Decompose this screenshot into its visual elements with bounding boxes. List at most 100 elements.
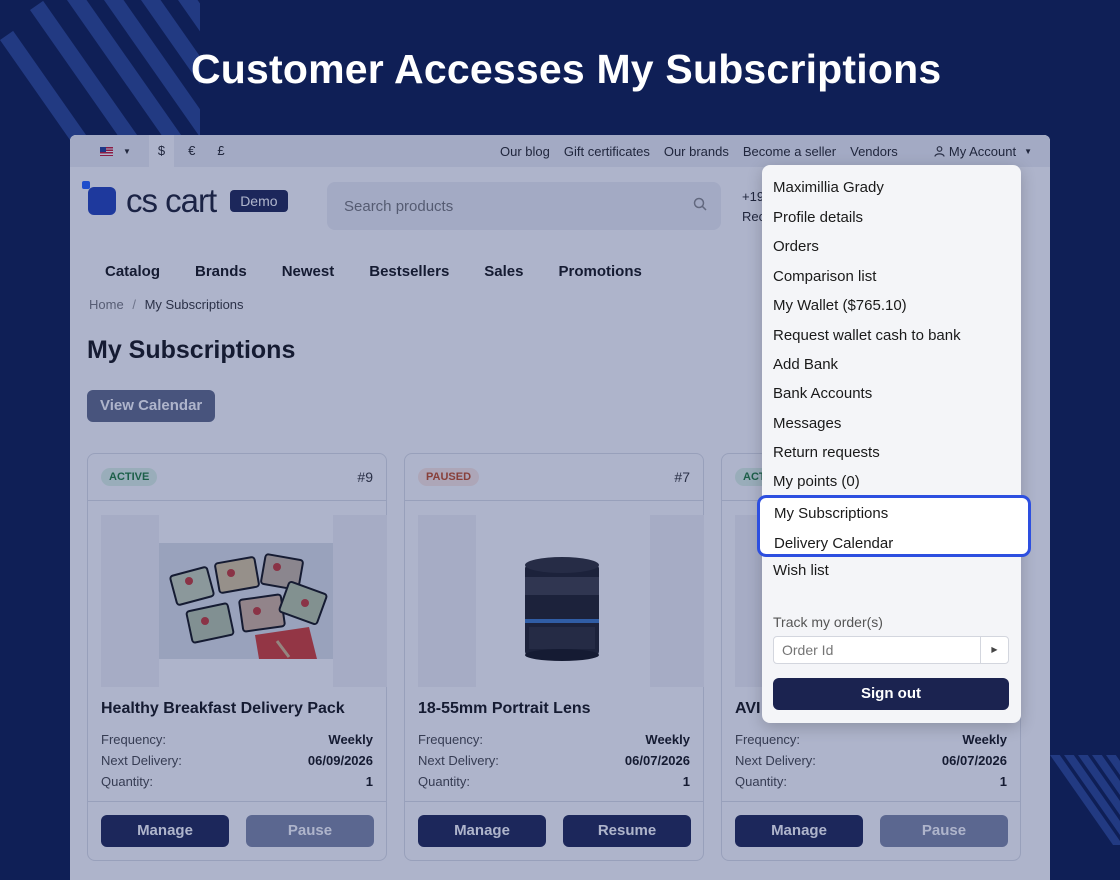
order-id-input[interactable] bbox=[774, 637, 974, 663]
frequency-label: Frequency: bbox=[101, 732, 167, 747]
chevron-down-icon: ▼ bbox=[1024, 146, 1032, 156]
product-image[interactable] bbox=[101, 515, 387, 687]
product-title[interactable]: 18-55mm Portrait Lens bbox=[418, 700, 591, 718]
dropdown-orders[interactable]: Orders bbox=[773, 237, 819, 257]
dropdown-my-points[interactable]: My points (0) bbox=[773, 472, 860, 492]
sign-out-button[interactable]: Sign out bbox=[773, 678, 1009, 710]
link-blog[interactable]: Our blog bbox=[500, 144, 550, 159]
link-vendors[interactable]: Vendors bbox=[850, 144, 898, 159]
nav-newest[interactable]: Newest bbox=[282, 263, 335, 280]
breadcrumb-current: My Subscriptions bbox=[144, 297, 244, 312]
track-order-box: ▶ bbox=[773, 636, 1009, 664]
status-badge: PAUSED bbox=[418, 468, 480, 486]
chevron-right-icon[interactable]: ▶ bbox=[980, 637, 1008, 663]
link-become-seller[interactable]: Become a seller bbox=[743, 144, 836, 159]
frequency-value: Weekly bbox=[645, 732, 690, 747]
user-icon bbox=[934, 145, 945, 157]
currency-eur[interactable]: € bbox=[180, 135, 203, 167]
next-delivery-label: Next Delivery: bbox=[418, 753, 499, 768]
my-account-label: My Account bbox=[948, 143, 1017, 159]
manage-button[interactable]: Manage bbox=[101, 815, 229, 847]
resume-button[interactable]: Resume bbox=[563, 815, 691, 847]
dropdown-user-name: Maximillia Grady bbox=[773, 179, 884, 196]
dropdown-bank-accounts[interactable]: Bank Accounts bbox=[773, 384, 872, 404]
dropdown-profile-details[interactable]: Profile details bbox=[773, 208, 863, 228]
subscription-card: ACTIVE #9 Healthy Breakfast Delivery Pac… bbox=[87, 453, 387, 861]
next-delivery-row: Next Delivery: 06/09/2026 bbox=[101, 753, 373, 768]
logo-mark bbox=[82, 181, 116, 215]
subscription-number: #9 bbox=[357, 469, 373, 485]
card-header: ACTIVE #9 bbox=[88, 454, 386, 501]
nav-bestsellers[interactable]: Bestsellers bbox=[369, 263, 449, 280]
product-image[interactable] bbox=[418, 515, 704, 687]
next-delivery-value: 06/09/2026 bbox=[307, 753, 373, 768]
dropdown-my-wallet[interactable]: My Wallet ($765.10) bbox=[773, 296, 907, 316]
link-brands[interactable]: Our brands bbox=[664, 144, 729, 159]
next-delivery-label: Next Delivery: bbox=[735, 753, 816, 768]
chevron-down-icon[interactable]: ▼ bbox=[123, 147, 131, 156]
search-icon[interactable] bbox=[693, 197, 707, 211]
quantity-label: Quantity: bbox=[101, 774, 154, 789]
nav-sales[interactable]: Sales bbox=[484, 263, 523, 280]
nav-promotions[interactable]: Promotions bbox=[559, 263, 642, 280]
search-box bbox=[327, 182, 721, 230]
dropdown-wish-list[interactable]: Wish list bbox=[773, 561, 829, 581]
frequency-value: Weekly bbox=[328, 732, 373, 747]
track-order-label: Track my order(s) bbox=[773, 614, 883, 630]
dropdown-add-bank[interactable]: Add Bank bbox=[773, 355, 838, 375]
status-badge: ACTIVE bbox=[101, 468, 158, 486]
slide-headline: Customer Accesses My Subscriptions bbox=[191, 46, 942, 92]
dropdown-return-requests[interactable]: Return requests bbox=[773, 443, 880, 463]
next-delivery-value: 06/07/2026 bbox=[941, 753, 1007, 768]
decorative-stripes-bottom-right bbox=[1050, 755, 1120, 845]
food-containers-image bbox=[159, 543, 333, 659]
us-flag-icon[interactable] bbox=[100, 146, 113, 156]
next-delivery-value: 06/07/2026 bbox=[624, 753, 690, 768]
currency-usd[interactable]: $ bbox=[148, 135, 175, 167]
card-divider bbox=[88, 801, 386, 802]
next-delivery-row: Next Delivery: 06/07/2026 bbox=[735, 753, 1007, 768]
quantity-row: Quantity: 1 bbox=[418, 774, 690, 789]
dropdown-messages[interactable]: Messages bbox=[773, 414, 841, 434]
breadcrumb-home[interactable]: Home bbox=[89, 297, 124, 312]
view-calendar-button[interactable]: View Calendar bbox=[87, 390, 216, 422]
pause-button[interactable]: Pause bbox=[880, 815, 1008, 847]
frequency-row: Frequency: Weekly bbox=[735, 732, 1007, 747]
my-account-menu[interactable]: My Account ▼ bbox=[934, 135, 1032, 167]
logo[interactable]: cs cart Demo bbox=[82, 181, 288, 220]
dropdown-request-wallet-cash[interactable]: Request wallet cash to bank bbox=[773, 326, 961, 346]
link-gift-certificates[interactable]: Gift certificates bbox=[564, 144, 650, 159]
pause-button[interactable]: Pause bbox=[246, 815, 374, 847]
breadcrumb-separator: / bbox=[132, 297, 136, 312]
dropdown-delivery-calendar[interactable]: Delivery Calendar bbox=[774, 534, 893, 554]
dropdown-comparison-list[interactable]: Comparison list bbox=[773, 267, 876, 287]
quantity-row: Quantity: 1 bbox=[101, 774, 373, 789]
subscription-number: #7 bbox=[674, 469, 690, 485]
frequency-row: Frequency: Weekly bbox=[418, 732, 690, 747]
quantity-value: 1 bbox=[999, 774, 1007, 789]
account-dropdown: Maximillia Grady Profile details Orders … bbox=[757, 165, 1031, 723]
quantity-label: Quantity: bbox=[418, 774, 471, 789]
product-title[interactable]: Healthy Breakfast Delivery Pack bbox=[101, 700, 345, 718]
top-links: Our blog Gift certificates Our brands Be… bbox=[500, 135, 912, 167]
frequency-label: Frequency: bbox=[418, 732, 484, 747]
product-title[interactable]: AVI bbox=[735, 700, 760, 718]
currency-gbp[interactable]: £ bbox=[209, 135, 232, 167]
store-screenshot: ▼ $ € £ Our blog Gift certificates Our b… bbox=[70, 135, 1050, 880]
demo-badge: Demo bbox=[230, 190, 288, 212]
nav-catalog[interactable]: Catalog bbox=[105, 263, 160, 280]
quantity-label: Quantity: bbox=[735, 774, 788, 789]
search-input[interactable] bbox=[327, 182, 667, 230]
card-divider bbox=[405, 801, 703, 802]
quantity-value: 1 bbox=[365, 774, 373, 789]
next-delivery-label: Next Delivery: bbox=[101, 753, 182, 768]
manage-button[interactable]: Manage bbox=[735, 815, 863, 847]
frequency-row: Frequency: Weekly bbox=[101, 732, 373, 747]
quantity-value: 1 bbox=[682, 774, 690, 789]
card-divider bbox=[722, 801, 1020, 802]
image-frame bbox=[159, 515, 333, 687]
nav-brands[interactable]: Brands bbox=[195, 263, 247, 280]
dropdown-my-subscriptions[interactable]: My Subscriptions bbox=[774, 504, 888, 524]
top-bar: ▼ $ € £ Our blog Gift certificates Our b… bbox=[70, 135, 1050, 167]
manage-button[interactable]: Manage bbox=[418, 815, 546, 847]
